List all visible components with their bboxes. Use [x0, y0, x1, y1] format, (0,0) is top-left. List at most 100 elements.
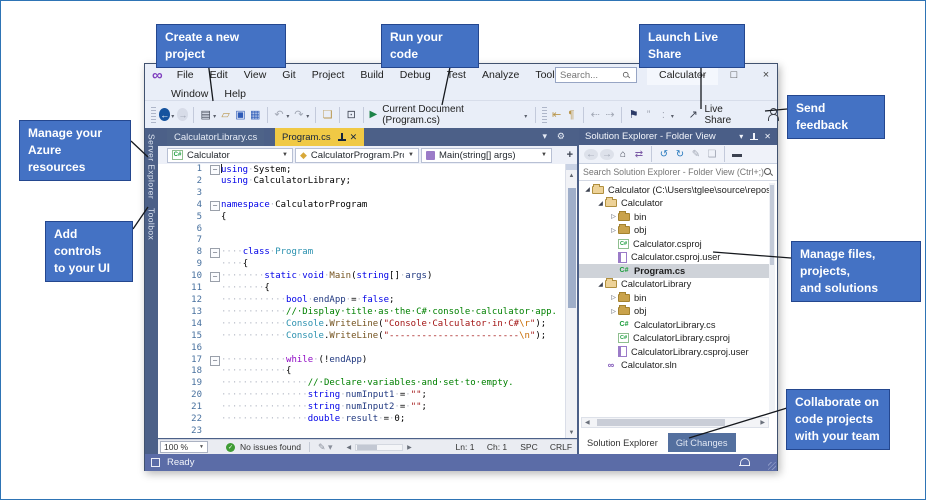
background-tasks-icon[interactable] — [151, 458, 160, 467]
code-line[interactable]: 19················//·Declare·variables·a… — [158, 378, 577, 390]
tree-item[interactable]: ▷bin — [579, 210, 769, 224]
live-share-group[interactable]: ↗Live Share — [686, 104, 745, 126]
run-button-icon[interactable]: ▶ — [370, 109, 378, 120]
tree-item[interactable]: ◢CalculatorLibrary — [579, 278, 769, 292]
tree-item[interactable]: ◢Calculator (C:\Users\tglee\source\repos… — [579, 183, 769, 197]
tree-horizontal-scrollbar[interactable]: ◀ ▶ — [581, 417, 769, 428]
menu-help[interactable]: Help — [216, 86, 254, 101]
scroll-left-icon[interactable]: ◀ — [347, 444, 352, 451]
zoom-level-dropdown[interactable]: 100 % ▼ — [160, 441, 208, 453]
side-tab-server-explorer[interactable]: Server Explorer — [147, 134, 157, 199]
scroll-up-icon[interactable]: ▲ — [566, 170, 577, 181]
tree-item[interactable]: ▷obj — [579, 305, 769, 319]
comment-icon[interactable]: ” — [642, 107, 655, 123]
toolbar-grip[interactable] — [542, 107, 547, 123]
nav-back-icon[interactable]: ← — [159, 108, 170, 121]
tree-item[interactable]: C#Program.cs — [579, 264, 769, 278]
code-line[interactable]: 21················string·numInput2·=·""; — [158, 402, 577, 414]
chevron-down-icon[interactable]: ▾ — [213, 113, 216, 120]
indent-icon[interactable]: ⇢ — [604, 107, 617, 123]
scroll-down-icon[interactable]: ▼ — [566, 427, 577, 438]
tree-item[interactable]: C#CalculatorLibrary.csproj — [579, 332, 769, 346]
column-indicator[interactable]: Ch: 1 — [481, 442, 513, 452]
se-forward-icon[interactable]: → — [600, 149, 614, 160]
editor-tab-program.cs[interactable]: Program.cs✕ — [275, 128, 364, 146]
document-dropdown-icon[interactable]: ▾ — [542, 131, 547, 142]
window-options-gear-icon[interactable]: ⚙ — [557, 131, 565, 142]
code-line[interactable]: 11········{ — [158, 283, 577, 295]
code-line[interactable]: 12············bool·endApp·=·false; — [158, 295, 577, 307]
menu-test[interactable]: Test — [439, 67, 474, 83]
menu-project[interactable]: Project — [304, 67, 353, 83]
bookmark-icon[interactable]: ⚑ — [627, 107, 640, 123]
resize-grip[interactable] — [768, 462, 776, 470]
chevron-down-icon[interactable]: ▾ — [306, 113, 309, 120]
code-cleanup-icon[interactable]: ✎ ▾ — [318, 442, 333, 453]
expander-expanded-icon[interactable]: ◢ — [596, 281, 605, 288]
expander-collapsed-icon[interactable]: ▷ — [609, 213, 618, 220]
encoding-indicator[interactable]: SPC — [513, 442, 545, 452]
tree-item[interactable]: CalculatorLibrary.csproj.user — [579, 345, 769, 359]
menu-view[interactable]: View — [236, 67, 275, 83]
tree-vertical-scrollbar[interactable] — [769, 183, 775, 413]
fold-marker[interactable] — [209, 355, 221, 367]
se-edit-filter-icon[interactable]: ✎ — [689, 146, 703, 162]
scroll-right-icon[interactable]: ▶ — [760, 419, 765, 426]
scrollbar-track[interactable] — [355, 444, 403, 451]
tree-item[interactable]: C#Calculator.csproj — [579, 237, 769, 251]
solution-explorer-title-bar[interactable]: Solution Explorer - Folder View ▾ ✕ — [579, 128, 777, 145]
toolbar-grip[interactable] — [151, 107, 156, 123]
se-refresh-icon[interactable]: ↻ — [673, 146, 687, 162]
editor-vertical-scrollbar[interactable]: ▲ ▼ — [565, 164, 577, 438]
expander-collapsed-icon[interactable]: ▷ — [609, 227, 618, 234]
outdent-icon[interactable]: ⇠ — [589, 107, 602, 123]
tool-tab-git-changes[interactable]: Git Changes — [668, 433, 736, 452]
scrollbar-thumb[interactable] — [357, 445, 377, 450]
scroll-left-icon[interactable]: ◀ — [585, 419, 590, 426]
se-search-input[interactable] — [583, 167, 764, 177]
menu-analyze[interactable]: Analyze — [474, 67, 527, 83]
line-indicator[interactable]: Ln: 1 — [449, 442, 481, 452]
code-line[interactable]: 15············Console.WriteLine("-------… — [158, 331, 577, 343]
menu-build[interactable]: Build — [352, 67, 391, 83]
code-line[interactable]: 10········static·void·Main(string[]·args… — [158, 271, 577, 283]
designer-preview-icon[interactable]: ⊡ — [345, 107, 358, 123]
code-line[interactable]: 4namespace·CalculatorProgram — [158, 200, 577, 212]
editor-tab-calculatorlibrary.cs[interactable]: CalculatorLibrary.cs — [167, 128, 264, 146]
code-line[interactable]: 23 — [158, 426, 577, 438]
open-file-icon[interactable]: ▱ — [219, 107, 232, 123]
tree-item[interactable]: ▷obj — [579, 224, 769, 238]
expander-expanded-icon[interactable]: ◢ — [596, 200, 605, 207]
line-ending-indicator[interactable]: CRLF — [545, 442, 577, 452]
tree-item[interactable]: ▷bin — [579, 291, 769, 305]
chevron-down-icon[interactable]: ▾ — [524, 113, 527, 120]
code-area[interactable]: 1using·System;2using·CalculatorLibrary;3… — [158, 164, 577, 438]
show-whitespace-icon[interactable]: ¶ — [565, 107, 578, 123]
se-back-icon[interactable]: ← — [584, 149, 598, 160]
close-icon[interactable]: ✕ — [350, 132, 358, 143]
split-window-icon[interactable]: + — [567, 149, 573, 161]
se-sync-icon[interactable]: ↺ — [657, 146, 671, 162]
code-line[interactable]: 6 — [158, 224, 577, 236]
expander-collapsed-icon[interactable]: ▷ — [609, 294, 618, 301]
menu-file[interactable]: File — [169, 67, 202, 83]
close-button[interactable]: × — [751, 64, 781, 85]
code-line[interactable]: 3 — [158, 188, 577, 200]
code-line[interactable]: 16 — [158, 343, 577, 355]
nav-forward-icon[interactable]: → — [177, 108, 188, 121]
code-line[interactable]: 18············{ — [158, 366, 577, 378]
scrollbar-thumb[interactable] — [597, 419, 725, 426]
redo-icon[interactable]: ↷ — [292, 107, 305, 123]
run-target-dropdown[interactable]: Current Document (Program.cs) — [382, 104, 524, 126]
menu-window[interactable]: Window — [163, 86, 216, 101]
navigate-file-icon[interactable]: ⇤ — [550, 107, 563, 123]
more-options-icon[interactable]: : — [657, 107, 670, 123]
scrollbar-thumb[interactable] — [568, 188, 576, 308]
tool-tab-solution-explorer[interactable]: Solution Explorer — [579, 433, 666, 452]
chevron-down-icon[interactable]: ▾ — [739, 132, 743, 141]
code-line[interactable]: 8····class·Program — [158, 247, 577, 259]
menu-debug[interactable]: Debug — [392, 67, 439, 83]
issues-status[interactable]: No issues found — [240, 442, 301, 452]
chevron-down-icon[interactable]: ▾ — [671, 113, 674, 120]
pin-icon[interactable] — [338, 133, 345, 141]
